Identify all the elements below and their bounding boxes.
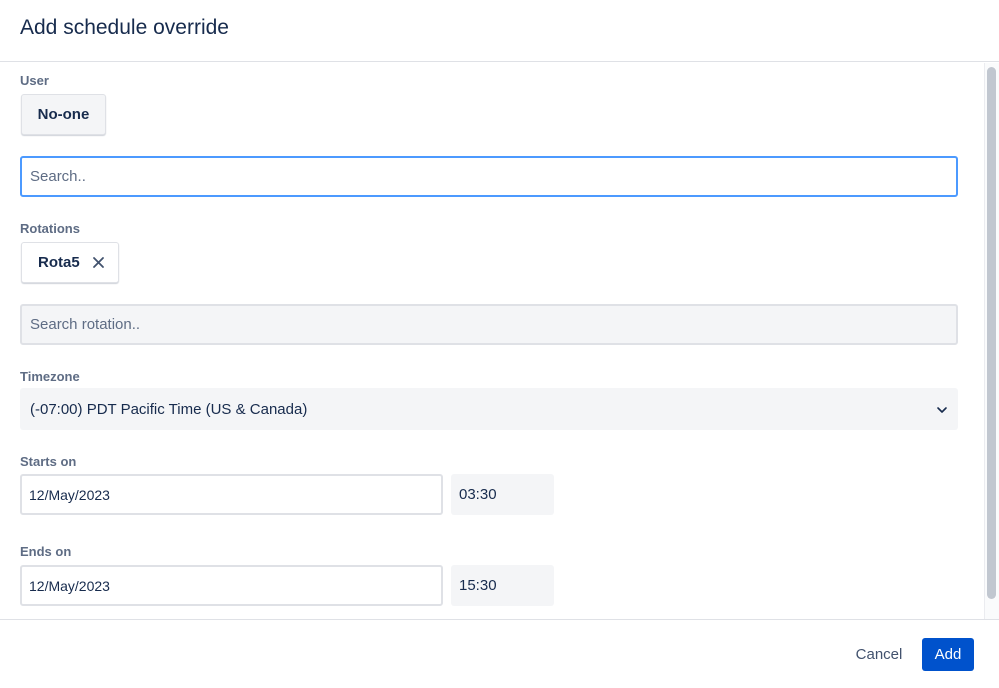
rotation-chip-label: Rota5: [38, 254, 80, 271]
add-button[interactable]: Add: [922, 638, 974, 671]
timezone-value: (-07:00) PDT Pacific Time (US & Canada): [30, 400, 308, 418]
user-selected-chip[interactable]: No-one: [21, 94, 106, 135]
timezone-label: Timezone: [20, 369, 80, 384]
dialog-header: Add schedule override: [0, 0, 999, 62]
cancel-button[interactable]: Cancel: [846, 638, 912, 671]
starts-on-label: Starts on: [20, 454, 77, 469]
rotation-chip[interactable]: Rota5: [21, 242, 119, 283]
dialog-title: Add schedule override: [20, 16, 229, 39]
start-time-input[interactable]: 03:30: [451, 474, 554, 515]
rotations-label: Rotations: [20, 221, 80, 236]
end-time-input[interactable]: 15:30: [451, 565, 554, 606]
dialog-body: User No-one Rotations Rota5 Timezone (-0…: [0, 63, 984, 619]
ends-on-label: Ends on: [20, 544, 72, 559]
close-icon[interactable]: [92, 256, 105, 269]
rotation-search-input[interactable]: [20, 304, 958, 345]
user-search-input[interactable]: [20, 156, 958, 197]
chevron-down-icon: [936, 403, 948, 415]
user-label: User: [20, 73, 49, 88]
timezone-select[interactable]: (-07:00) PDT Pacific Time (US & Canada): [20, 388, 958, 430]
scrollbar-thumb[interactable]: [987, 67, 996, 599]
start-date-input[interactable]: 12/May/2023: [20, 474, 443, 515]
end-date-input[interactable]: 12/May/2023: [20, 565, 443, 606]
